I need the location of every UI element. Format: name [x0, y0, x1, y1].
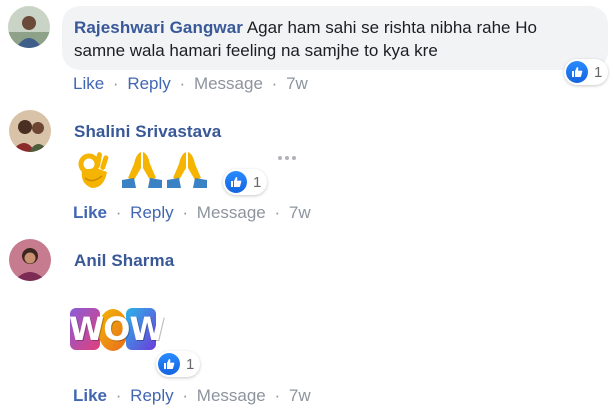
comment-actions: Like · Reply · Message · 7w	[73, 203, 311, 223]
comment-author[interactable]: Shalini Srivastava	[74, 122, 221, 142]
ok-hand-emoji	[76, 150, 112, 195]
timestamp[interactable]: 7w	[289, 203, 311, 222]
reaction-count-badge[interactable]: 1	[564, 59, 609, 85]
separator: ·	[115, 386, 122, 405]
comment-actions: Like · Reply · Message · 7w	[73, 74, 308, 94]
separator: ·	[182, 203, 189, 222]
reply-link[interactable]: Reply	[130, 386, 173, 405]
like-reaction-icon	[566, 61, 588, 83]
wow-sticker[interactable]: WOW	[69, 304, 165, 354]
more-options-icon[interactable]	[278, 156, 296, 160]
folded-hands-emoji	[165, 150, 209, 195]
comment-bubble: Rajeshwari Gangwar Agar ham sahi se rish…	[62, 6, 608, 70]
reaction-count: 1	[253, 173, 262, 191]
like-link[interactable]: Like	[73, 74, 104, 93]
like-link[interactable]: Like	[73, 386, 107, 405]
avatar[interactable]	[9, 239, 51, 281]
timestamp[interactable]: 7w	[289, 386, 311, 405]
separator: ·	[274, 203, 281, 222]
reaction-count: 1	[594, 63, 603, 81]
separator: ·	[112, 74, 119, 93]
reply-link[interactable]: Reply	[130, 203, 173, 222]
avatar[interactable]	[9, 110, 51, 152]
timestamp[interactable]: 7w	[286, 74, 308, 93]
message-link[interactable]: Message	[197, 203, 266, 222]
like-reaction-icon	[158, 353, 180, 375]
like-reaction-icon	[225, 171, 247, 193]
comment-actions: Like · Reply · Message · 7w	[73, 386, 311, 406]
reaction-count-badge[interactable]: 1	[156, 351, 201, 377]
separator: ·	[182, 386, 189, 405]
wow-sticker-text: WOW	[69, 310, 165, 348]
message-link[interactable]: Message	[194, 74, 263, 93]
reaction-count: 1	[186, 355, 195, 373]
separator: ·	[115, 203, 122, 222]
comment-author[interactable]: Rajeshwari Gangwar	[74, 18, 243, 37]
avatar[interactable]	[8, 6, 50, 48]
like-link[interactable]: Like	[73, 203, 107, 222]
comment-author[interactable]: Anil Sharma	[74, 251, 174, 271]
reply-link[interactable]: Reply	[127, 74, 170, 93]
message-link[interactable]: Message	[197, 386, 266, 405]
separator: ·	[271, 74, 278, 93]
comment-text: samne wala hamari feeling na samjhe to k…	[74, 41, 438, 60]
separator: ·	[274, 386, 281, 405]
folded-hands-emoji	[120, 150, 164, 195]
reaction-count-badge[interactable]: 1	[223, 169, 268, 195]
separator: ·	[179, 74, 186, 93]
comment-text: Agar ham sahi se rishta nibha rahe Ho	[246, 18, 537, 37]
